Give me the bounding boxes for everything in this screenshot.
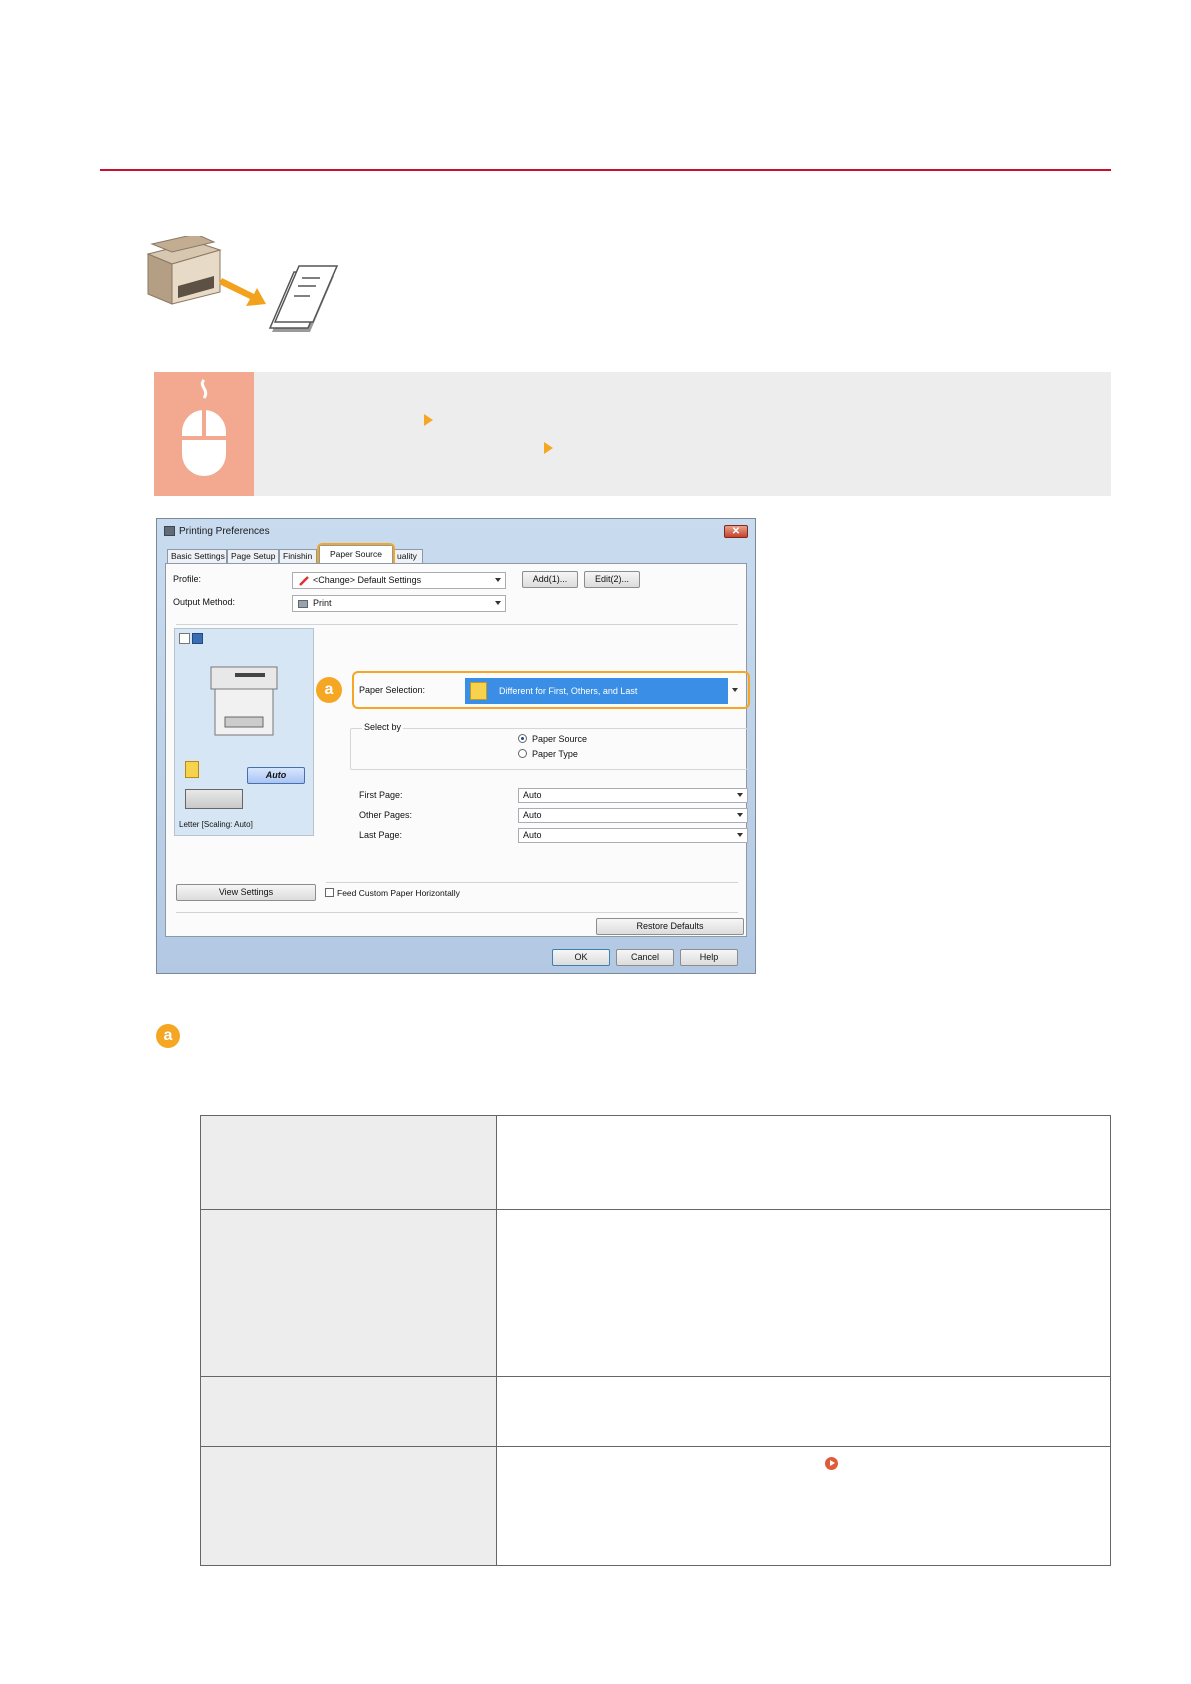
paper-type-radio-label: Paper Type xyxy=(532,749,578,759)
paper-source-radio-label: Paper Source xyxy=(532,734,588,744)
close-button[interactable]: ✕ xyxy=(724,525,748,538)
printer-output-illustration xyxy=(146,236,339,332)
settings-preview-pane: Auto Letter [Scaling: Auto] xyxy=(174,628,314,836)
chevron-down-icon xyxy=(495,601,501,605)
profile-select[interactable]: <Change> Default Settings xyxy=(292,572,506,589)
tab-page-setup[interactable]: Page Setup xyxy=(227,549,279,564)
printer-icon xyxy=(146,236,222,305)
edit-profile-button[interactable]: Edit(2)... xyxy=(584,571,640,588)
paper-selection-value: Different for First, Others, and Last xyxy=(499,686,638,696)
divider xyxy=(326,882,738,883)
output-method-value: Print xyxy=(313,598,332,608)
ok-button[interactable]: OK xyxy=(552,949,610,966)
other-pages-label: Other Pages: xyxy=(359,810,413,820)
auto-source-button[interactable]: Auto xyxy=(247,767,305,784)
first-page-label: First Page: xyxy=(359,790,403,800)
chevron-down-icon xyxy=(495,578,501,582)
dialog-title: Printing Preferences xyxy=(179,526,270,537)
table-row xyxy=(200,1209,1111,1377)
profile-label: Profile: xyxy=(173,574,202,584)
table-row xyxy=(200,1376,1111,1447)
header-rule xyxy=(100,169,1111,171)
first-page-select[interactable]: Auto xyxy=(518,788,748,803)
table-row xyxy=(200,1115,1111,1210)
printer-preview-image xyxy=(210,666,278,736)
chevron-down-icon xyxy=(737,833,743,837)
output-method-label: Output Method: xyxy=(173,597,236,607)
operation-banner xyxy=(154,372,1111,496)
tab-finishing[interactable]: Finishin xyxy=(279,549,317,564)
section-marker-a: a xyxy=(156,1024,180,1048)
paper-stack-icon xyxy=(470,682,487,700)
paper-source-panel: Profile: <Change> Default Settings Add(1… xyxy=(165,563,750,937)
tab-basic-settings[interactable]: Basic Settings xyxy=(167,549,227,564)
table-cell-key xyxy=(200,1115,497,1210)
last-page-value: Auto xyxy=(523,830,542,840)
divider xyxy=(176,912,738,913)
table-cell-key xyxy=(200,1376,497,1447)
table-cell-key xyxy=(200,1209,497,1377)
printer-small-icon xyxy=(298,600,308,608)
mouse-operation-badge xyxy=(154,372,254,496)
printer-small-icon xyxy=(164,526,175,536)
feed-custom-label: Feed Custom Paper Horizontally xyxy=(337,888,460,898)
cancel-button[interactable]: Cancel xyxy=(616,949,674,966)
step-arrow-icon xyxy=(424,414,433,426)
paper-type-radio[interactable] xyxy=(518,749,527,758)
mouse-icon xyxy=(182,378,226,476)
layout-icon[interactable] xyxy=(185,789,243,809)
other-pages-select[interactable]: Auto xyxy=(518,808,748,823)
chevron-down-icon xyxy=(737,793,743,797)
other-pages-value: Auto xyxy=(523,810,542,820)
help-button[interactable]: Help xyxy=(680,949,738,966)
paper-source-radio[interactable] xyxy=(518,734,527,743)
link-arrow-icon[interactable] xyxy=(825,1457,838,1470)
preview-caption: Letter [Scaling: Auto] xyxy=(179,820,253,829)
step-arrow-icon xyxy=(544,442,553,454)
callout-marker-a: a xyxy=(316,677,342,703)
tab-quality[interactable]: uality xyxy=(393,549,423,564)
table-row xyxy=(200,1446,1111,1566)
paper-selection-options-table xyxy=(200,1115,1111,1566)
add-profile-button[interactable]: Add(1)... xyxy=(522,571,578,588)
last-page-label: Last Page: xyxy=(359,830,403,840)
table-cell-key xyxy=(200,1446,497,1566)
chevron-down-icon[interactable] xyxy=(732,688,738,692)
restore-defaults-button[interactable]: Restore Defaults xyxy=(596,918,744,935)
page-view-icon[interactable] xyxy=(179,633,190,644)
view-settings-button[interactable]: View Settings xyxy=(176,884,316,901)
divider xyxy=(176,624,738,625)
printer-view-icon[interactable] xyxy=(192,633,203,644)
table-cell-value xyxy=(496,1446,1111,1566)
chevron-down-icon xyxy=(737,813,743,817)
table-cell-value xyxy=(496,1209,1111,1377)
pencil-icon xyxy=(299,576,309,586)
printing-preferences-dialog: Printing Preferences ✕ Basic Settings Pa… xyxy=(156,518,756,974)
paper-stack-icon xyxy=(185,761,199,778)
first-page-value: Auto xyxy=(523,790,542,800)
paper-selection-label: Paper Selection: xyxy=(359,685,426,695)
arrow-icon xyxy=(219,278,266,306)
table-cell-value xyxy=(496,1115,1111,1210)
select-by-label: Select by xyxy=(362,722,404,732)
paper-selection-select[interactable]: Different for First, Others, and Last xyxy=(465,678,728,704)
output-method-select[interactable]: Print xyxy=(292,595,506,612)
documents-icon xyxy=(268,265,339,332)
feed-custom-checkbox[interactable] xyxy=(325,888,334,897)
last-page-select[interactable]: Auto xyxy=(518,828,748,843)
table-cell-value xyxy=(496,1376,1111,1447)
profile-value: <Change> Default Settings xyxy=(313,575,422,585)
